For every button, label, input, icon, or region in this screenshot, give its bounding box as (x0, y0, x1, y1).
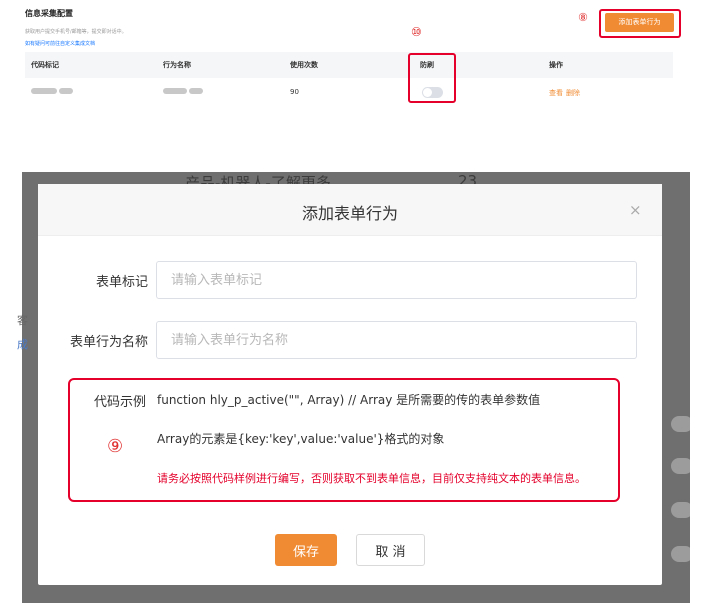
marker-code-example: ⑨ (107, 436, 124, 457)
panel-description: 获取用户提交手机号/邮箱等，提交即对话中。 (25, 29, 127, 35)
background-left-link: 成 (17, 338, 28, 351)
delete-link[interactable]: 删除 (566, 89, 580, 97)
col-actions: 操作 (549, 61, 563, 69)
code-example-line-2: Array的元素是{key:'key',value:'value'}格式的对象 (157, 432, 445, 446)
col-code-mark: 代码标记 (31, 61, 59, 69)
background-toggle (671, 502, 690, 518)
cancel-button[interactable]: 取 消 (356, 534, 425, 566)
marker-add-button: ⑧ (578, 11, 588, 24)
background-toggle (671, 546, 690, 562)
code-example-line-1: function hly_p_active("", Array) // Arra… (157, 393, 541, 407)
save-button[interactable]: 保存 (275, 534, 337, 566)
form-action-name-label: 表单行为名称 (69, 335, 148, 350)
cell-code-mark-redacted (31, 88, 74, 96)
toggle-knob (423, 88, 432, 97)
view-link[interactable]: 查看 (549, 89, 563, 97)
add-form-action-dialog: 添加表单行为 × 表单标记 表单行为名称 代码示例 function hly_p… (38, 184, 662, 585)
background-left-text: 客 (17, 314, 28, 327)
marker-toggle: ⑩ (411, 25, 422, 39)
dialog-header: 添加表单行为 × (38, 184, 662, 236)
panel-title: 信息采集配置 (25, 9, 73, 18)
col-action-name: 行为名称 (163, 61, 191, 69)
form-mark-label: 表单标记 (95, 275, 148, 290)
config-panel: 信息采集配置 获取用户提交手机号/邮箱等，提交即对话中。 如有疑问可前往自定义集… (0, 0, 713, 172)
docs-link[interactable]: 如有疑问可前往自定义集成文档 (25, 40, 95, 47)
row-actions: 查看 删除 (549, 88, 583, 98)
background-toggle (671, 416, 690, 432)
code-warning-text: 请务必按照代码样例进行编写，否则获取不到表单信息，目前仅支持纯文本的表单信息。 (157, 472, 586, 485)
cell-usage-count: 90 (290, 88, 299, 96)
form-action-name-input[interactable] (156, 321, 637, 359)
dialog-title: 添加表单行为 (301, 204, 398, 223)
add-form-action-button[interactable]: 添加表单行为 (605, 13, 674, 32)
close-icon[interactable]: × (629, 201, 642, 219)
form-mark-input[interactable] (156, 261, 637, 299)
anti-spam-toggle[interactable] (422, 87, 443, 98)
background-toggle (671, 458, 690, 474)
cell-action-name-redacted (163, 88, 204, 96)
table-header (25, 52, 673, 78)
col-usage-count: 使用次数 (290, 61, 318, 69)
code-example-label: 代码示例 (94, 395, 147, 410)
